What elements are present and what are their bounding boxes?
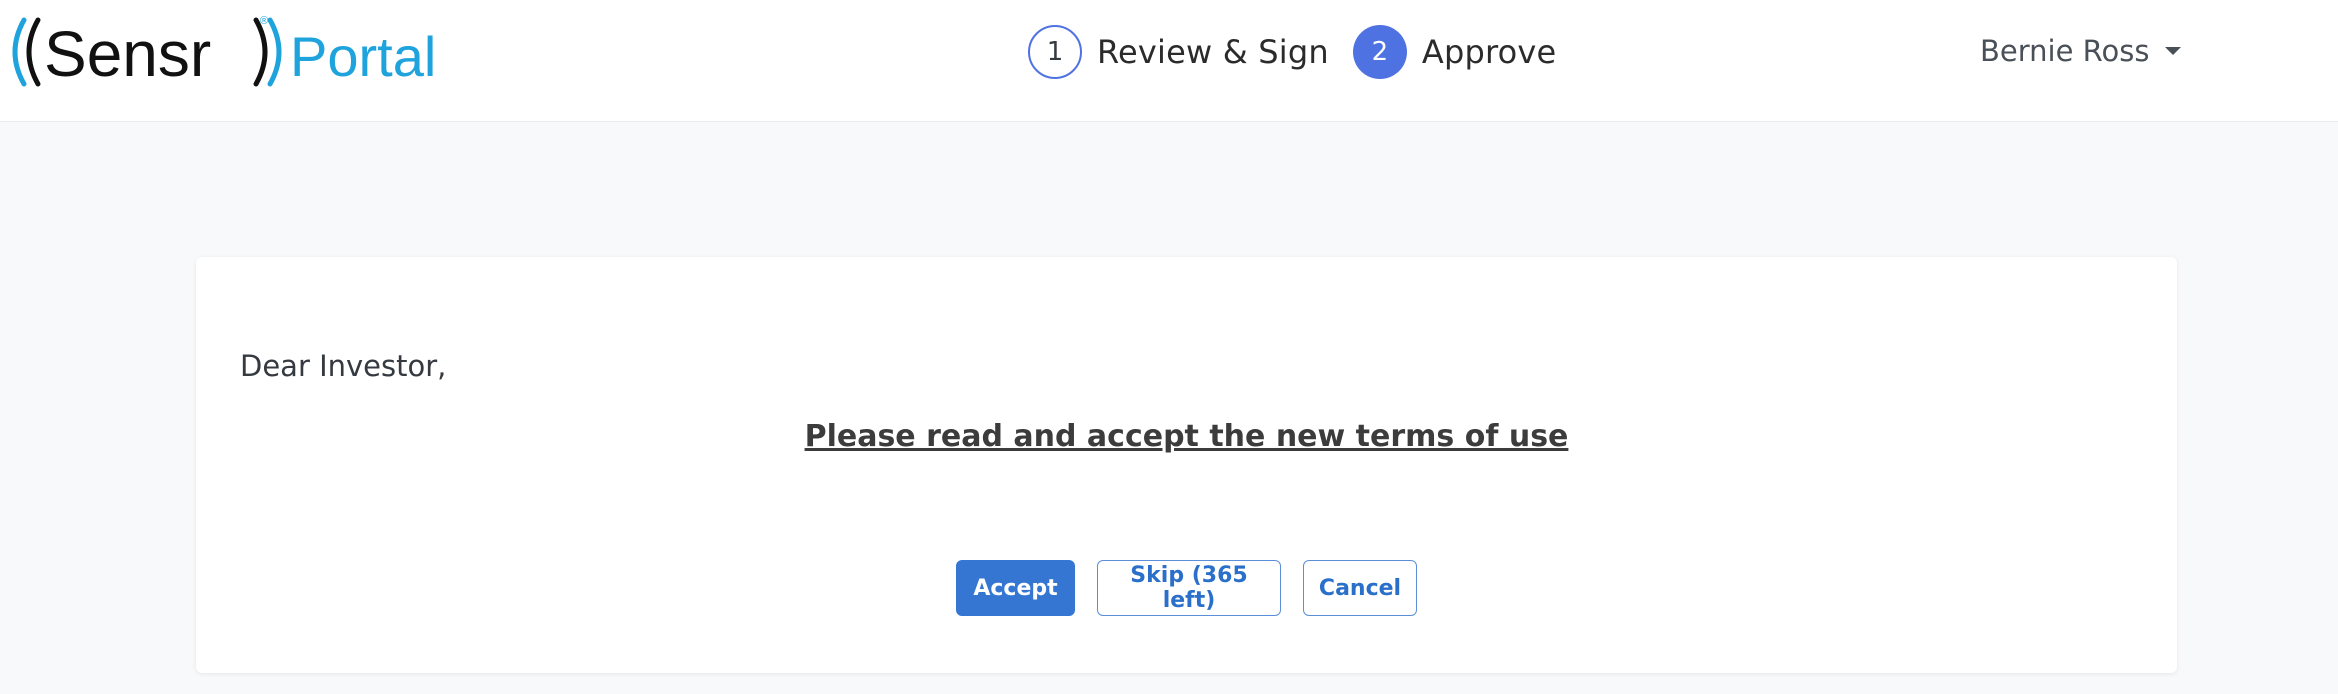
accept-button[interactable]: Accept [956,560,1075,616]
sensr-portal-logo[interactable]: Sensr ® Portal [8,12,448,92]
step-number-badge: 1 [1028,25,1082,79]
svg-text:®: ® [260,15,268,27]
skip-button[interactable]: Skip (365 left) [1097,560,1281,616]
step-number-badge: 2 [1352,25,1407,79]
logo-product-text: Portal [290,25,436,88]
step-label: Approve [1421,33,1557,71]
terms-card: Dear Investor, Please read and accept th… [196,257,2177,673]
user-menu-dropdown[interactable]: Bernie Ross [1980,29,2182,73]
step-label: Review & Sign [1097,33,1329,71]
progress-steps: 1 Review & Sign 2 Approve [1028,25,1556,79]
greeting-text: Dear Investor, [240,349,447,383]
logo-brand-text: Sensr [44,18,211,90]
terms-heading: Please read and accept the new terms of … [804,419,1569,454]
cancel-button[interactable]: Cancel [1303,560,1417,616]
top-header: Sensr ® Portal 1 Review & Sign 2 Approve… [0,0,2338,122]
action-buttons: Accept Skip (365 left) Cancel [196,560,2177,616]
user-name: Bernie Ross [1980,34,2150,68]
step-approve[interactable]: 2 Approve [1352,25,1557,79]
step-review-sign[interactable]: 1 Review & Sign [1028,25,1329,79]
caret-down-icon [2165,47,2182,55]
